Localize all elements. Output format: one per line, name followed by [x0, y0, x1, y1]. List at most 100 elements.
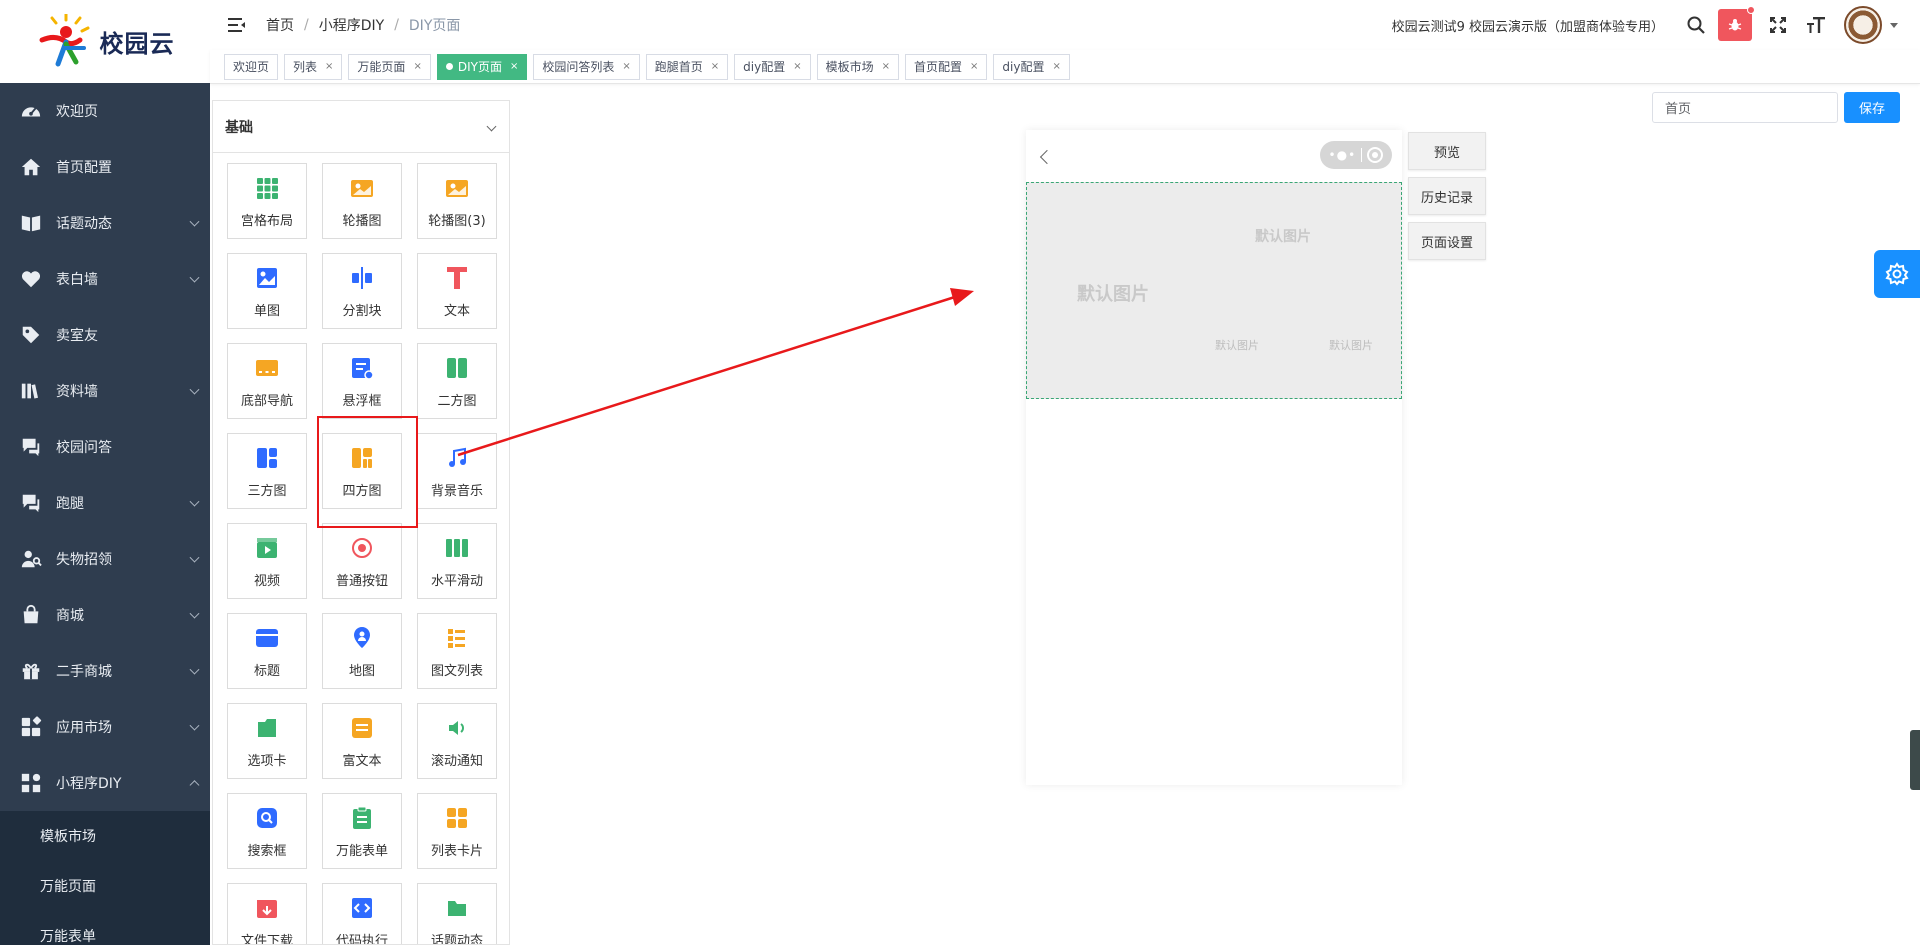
close-icon[interactable]: × — [1052, 61, 1060, 72]
sidebar-item[interactable]: 商城 — [0, 587, 210, 643]
sidebar-item[interactable]: 话题动态 — [0, 195, 210, 251]
sidebar: 校园云 欢迎页首页配置 话题动态 表白墙 卖室友资料墙校园问答跑腿 失物招领 商城 二手商城… — [0, 0, 210, 945]
user-avatar[interactable] — [1844, 6, 1882, 44]
page-select-input[interactable] — [1652, 92, 1838, 123]
close-icon[interactable]: × — [970, 61, 978, 72]
tab-tag[interactable]: 模板市场 × — [816, 53, 900, 80]
component-tile[interactable]: 底部导航 — [227, 343, 307, 419]
component-label: 分割块 — [342, 303, 382, 319]
tab-tag[interactable]: 校园问答列表 × — [533, 53, 640, 80]
component-tile[interactable]: 文本 — [417, 253, 497, 329]
sidebar-item-label: 资料墙 — [56, 384, 98, 400]
sidebar-item[interactable]: 失物招领 — [0, 531, 210, 587]
sidebar-item[interactable]: 首页配置 — [0, 139, 210, 195]
component-tile[interactable]: 选项卡 — [227, 703, 307, 779]
component-tile[interactable]: 二方图 — [417, 343, 497, 419]
component-tile[interactable]: 标题 — [227, 613, 307, 689]
tab-tag[interactable]: 万能页面 × — [348, 53, 431, 80]
tab-tag[interactable]: 欢迎页 — [224, 53, 279, 80]
component-tile[interactable]: 普通按钮 — [322, 523, 402, 599]
edge-drag-handle[interactable] — [1910, 730, 1920, 790]
sidebar-item[interactable]: 校园问答 — [0, 419, 210, 475]
breadcrumb-home[interactable]: 首页 — [266, 15, 294, 35]
component-tile[interactable]: 轮播图(3) — [417, 163, 497, 239]
tab-tag[interactable]: 跑腿首页 × — [645, 53, 729, 80]
page-settings-button[interactable]: 页面设置 — [1408, 222, 1486, 260]
close-icon[interactable]: × — [325, 61, 333, 72]
close-icon[interactable]: × — [882, 61, 890, 72]
sidebar-item[interactable]: 欢迎页 — [0, 83, 210, 139]
carousel-icon — [443, 174, 471, 202]
component-tile[interactable]: 列表卡片 — [417, 793, 497, 869]
component-label: 代码执行 — [335, 933, 388, 945]
sidebar-item[interactable]: 表白墙 — [0, 251, 210, 307]
component-tile[interactable]: 视频 — [227, 523, 307, 599]
save-button[interactable]: 保存 — [1844, 92, 1900, 123]
sidebar-item-label: 校园问答 — [56, 440, 112, 456]
panel-header-basic[interactable]: 基础 — [213, 101, 509, 153]
back-icon[interactable] — [1039, 149, 1055, 165]
panel-title: 基础 — [225, 119, 253, 136]
sidebar-item[interactable]: 应用市场 — [0, 699, 210, 755]
tab-tag[interactable]: 列表 × — [284, 53, 343, 80]
component-tile[interactable]: 代码执行 — [322, 883, 402, 945]
tab-tag[interactable]: diy配置 × — [993, 53, 1070, 80]
component-tile[interactable]: 四方图 — [322, 433, 402, 509]
logo-text: 校园云 — [99, 30, 175, 58]
component-label: 二方图 — [437, 393, 477, 409]
sidebar-item[interactable]: 卖室友 — [0, 307, 210, 363]
component-tile[interactable]: 水平滑动 — [417, 523, 497, 599]
component-tile[interactable]: 滚动通知 — [417, 703, 497, 779]
bug-report-button[interactable] — [1718, 6, 1755, 41]
preview-button[interactable]: 预览 — [1408, 132, 1486, 170]
component-label: 轮播图 — [342, 213, 382, 229]
component-label: 宫格布局 — [240, 213, 293, 229]
sidebar-subitem[interactable]: 万能页面 — [0, 861, 210, 911]
component-tile[interactable]: 万能表单 — [322, 793, 402, 869]
close-icon[interactable]: × — [622, 61, 630, 72]
tag-icon — [20, 324, 42, 346]
component-tile[interactable]: 悬浮框 — [322, 343, 402, 419]
sidebar-item[interactable]: 小程序DIY — [0, 755, 210, 811]
search-icon[interactable] — [1680, 9, 1712, 41]
close-icon[interactable]: × — [413, 61, 421, 72]
close-icon[interactable]: × — [711, 61, 719, 72]
four-grid-block[interactable]: 默认图片 默认图片 默认图片 默认图片 — [1026, 182, 1402, 399]
sidebar-subitem[interactable]: 万能表单 — [0, 911, 210, 945]
image-icon — [253, 264, 281, 292]
sidebar-item[interactable]: 二手商城 — [0, 643, 210, 699]
history-button[interactable]: 历史记录 — [1408, 177, 1486, 215]
component-tile[interactable]: 话题动态 — [417, 883, 497, 944]
breadcrumb-diy[interactable]: 小程序DIY — [319, 15, 384, 35]
component-tile[interactable]: 三方图 — [227, 433, 307, 509]
tab-tag[interactable]: 首页配置 × — [905, 53, 988, 80]
component-tile[interactable]: 富文本 — [322, 703, 402, 779]
component-tile[interactable]: 背景音乐 — [417, 433, 497, 509]
sidebar-subitem[interactable]: 模板市场 — [0, 811, 210, 861]
component-tile[interactable]: 单图 — [227, 253, 307, 329]
library-icon — [20, 380, 42, 402]
close-icon[interactable]: × — [793, 61, 801, 72]
component-tile[interactable]: 搜索框 — [227, 793, 307, 869]
tab-tag[interactable]: DIY页面 × — [436, 53, 528, 80]
book-icon — [20, 212, 42, 234]
caret-down-icon[interactable] — [1890, 22, 1898, 28]
sidebar-item[interactable]: 跑腿 — [0, 475, 210, 531]
sidebar-item-label: 欢迎页 — [56, 104, 98, 120]
component-tile[interactable]: 地图 — [322, 613, 402, 689]
menu-toggle-icon[interactable] — [228, 17, 246, 33]
component-tile[interactable]: 轮播图 — [322, 163, 402, 239]
close-icon[interactable]: × — [510, 61, 518, 72]
tab-tag[interactable]: diy配置 × — [734, 53, 811, 80]
fullscreen-icon[interactable] — [1762, 9, 1794, 41]
sidebar-item[interactable]: 资料墙 — [0, 363, 210, 419]
component-tile[interactable]: 宫格布局 — [227, 163, 307, 239]
tab-tag-label: DIY页面 — [457, 60, 502, 74]
component-tile[interactable]: 分割块 — [322, 253, 402, 329]
component-tile[interactable]: 图文列表 — [417, 613, 497, 689]
apps-icon — [20, 716, 42, 738]
settings-gear-button[interactable] — [1874, 250, 1920, 298]
font-size-icon[interactable] — [1800, 9, 1832, 41]
logo[interactable]: 校园云 — [0, 0, 210, 83]
component-tile[interactable]: 文件下载 — [227, 883, 307, 944]
